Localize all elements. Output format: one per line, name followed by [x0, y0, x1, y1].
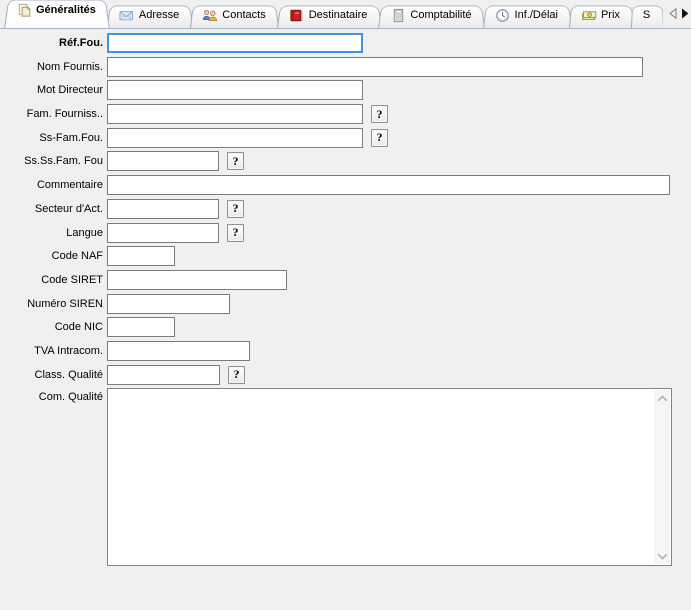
secteur-act-input[interactable]: [107, 199, 219, 219]
class-qualite-input[interactable]: [107, 365, 220, 385]
code-siret-input[interactable]: [107, 270, 287, 290]
secteur-act-lookup-button[interactable]: ?: [227, 200, 244, 218]
money-icon: [581, 7, 597, 23]
tab-destinataire[interactable]: Destinataire: [282, 4, 377, 28]
code-naf-input[interactable]: [107, 246, 175, 266]
ss-fam-fou-input[interactable]: [107, 128, 363, 148]
langue-label: Langue: [0, 227, 107, 239]
numero-siren-label: Numéro SIREN: [0, 298, 107, 310]
numero-siren-input[interactable]: [107, 294, 230, 314]
tva-intracom-label: TVA Intracom.: [0, 345, 107, 357]
class-qualite-lookup-button[interactable]: ?: [228, 366, 245, 384]
fam-fournisseur-label: Fam. Fourniss..: [0, 108, 107, 120]
ss-fam-fou-label: Ss-Fam.Fou.: [0, 132, 107, 144]
tab-contacts[interactable]: Contacts: [195, 4, 274, 28]
commentaire-label: Commentaire: [0, 179, 107, 191]
tab-bar: Généralités Adresse: [0, 0, 691, 29]
tab-scroll-buttons: [663, 0, 691, 28]
red-book-icon: [289, 7, 305, 23]
fam-fournisseur-input[interactable]: [107, 104, 363, 124]
com-qualite-label: Com. Qualité: [0, 388, 107, 403]
ss-ss-fam-fou-label: Ss.Ss.Fam. Fou: [0, 155, 107, 167]
ss-ss-fam-fou-lookup-button[interactable]: ?: [227, 152, 244, 170]
commentaire-input[interactable]: [107, 175, 670, 195]
tab-label: Adresse: [139, 10, 179, 21]
code-naf-label: Code NAF: [0, 250, 107, 262]
tab-label: Contacts: [222, 10, 265, 21]
mot-directeur-label: Mot Directeur: [0, 84, 107, 96]
class-qualite-label: Class. Qualité: [0, 369, 107, 381]
tab-label: Généralités: [36, 5, 96, 16]
notes-icon: [16, 3, 32, 19]
form-row: Numéro SIREN: [0, 294, 691, 314]
envelope-icon: [119, 7, 135, 23]
mot-directeur-input[interactable]: [107, 80, 363, 100]
scroll-down-icon[interactable]: [654, 548, 670, 564]
ref-fou-label: Réf.Fou.: [0, 37, 107, 49]
form-row: Nom Fournis.: [0, 57, 691, 77]
tva-intracom-input[interactable]: [107, 341, 250, 361]
form-row: Ss-Fam.Fou. ?: [0, 128, 691, 148]
scroll-tabs-right-button[interactable]: [680, 8, 689, 20]
form-row: Class. Qualité ?: [0, 365, 691, 385]
textarea-scrollbar[interactable]: [654, 390, 670, 564]
tab-inf-delai[interactable]: Inf./Délai: [488, 4, 567, 28]
fam-fournisseur-lookup-button[interactable]: ?: [371, 105, 388, 123]
ss-fam-fou-lookup-button[interactable]: ?: [371, 129, 388, 147]
form-row: Fam. Fourniss.. ?: [0, 104, 691, 124]
tab-generalites[interactable]: Généralités: [9, 0, 105, 28]
form-row: Langue ?: [0, 223, 691, 243]
form-row: Com. Qualité: [0, 388, 691, 566]
scroll-up-icon[interactable]: [654, 390, 670, 406]
form-row: Ss.Ss.Fam. Fou ?: [0, 151, 691, 171]
tab-adresse[interactable]: Adresse: [112, 4, 188, 28]
scroll-tabs-left-button[interactable]: [668, 8, 677, 20]
people-icon: [202, 7, 218, 23]
tab-label: S: [643, 10, 650, 21]
tab-comptabilite[interactable]: Comptabilité: [383, 4, 480, 28]
form-row: Commentaire: [0, 175, 691, 195]
ref-fou-input[interactable]: [107, 33, 363, 53]
secteur-act-label: Secteur d'Act.: [0, 203, 107, 215]
nom-fournis-input[interactable]: [107, 57, 643, 77]
form-row: Réf.Fou.: [0, 33, 691, 53]
langue-lookup-button[interactable]: ?: [227, 224, 244, 242]
tab-label: Inf./Délai: [515, 10, 558, 21]
generalites-form: Réf.Fou. Nom Fournis. Mot Directeur Fam.…: [0, 29, 691, 566]
form-row: Code NAF: [0, 246, 691, 266]
calculator-icon: [390, 7, 406, 23]
code-nic-input[interactable]: [107, 317, 175, 337]
supplier-form-window: Généralités Adresse: [0, 0, 691, 566]
form-row: Code SIRET: [0, 270, 691, 290]
form-row: Mot Directeur: [0, 80, 691, 100]
tabs-container: Généralités Adresse: [0, 0, 663, 28]
tab-clipped[interactable]: S: [636, 4, 659, 28]
form-row: Code NIC: [0, 317, 691, 337]
tab-prix[interactable]: Prix: [574, 4, 629, 28]
tab-label: Destinataire: [309, 10, 368, 21]
tab-label: Prix: [601, 10, 620, 21]
ss-ss-fam-fou-input[interactable]: [107, 151, 219, 171]
tab-label: Comptabilité: [410, 10, 471, 21]
code-nic-label: Code NIC: [0, 321, 107, 333]
form-row: TVA Intracom.: [0, 341, 691, 361]
form-row: Secteur d'Act. ?: [0, 199, 691, 219]
com-qualite-textarea[interactable]: [107, 388, 672, 566]
nom-fournis-label: Nom Fournis.: [0, 61, 107, 73]
clock-icon: [495, 7, 511, 23]
code-siret-label: Code SIRET: [0, 274, 107, 286]
langue-input[interactable]: [107, 223, 219, 243]
